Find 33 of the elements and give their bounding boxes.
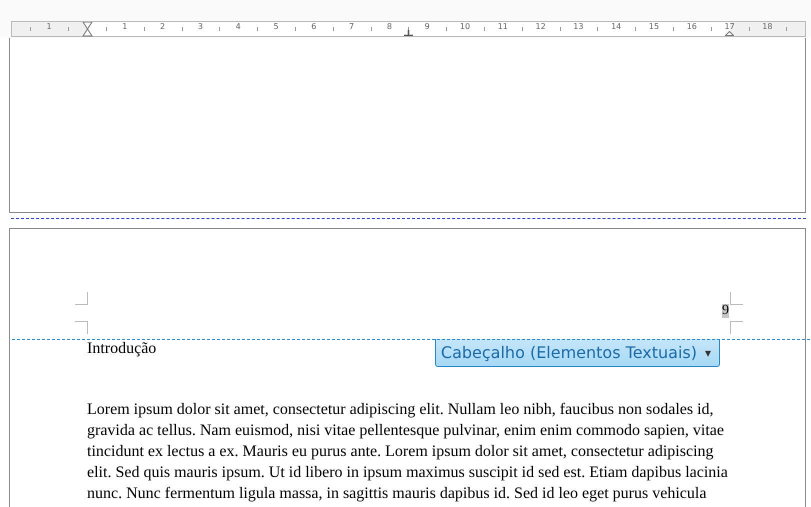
ruler-number: 13 — [573, 23, 584, 31]
tab-stop-icon[interactable] — [404, 30, 413, 36]
margin-corner-icon — [730, 292, 744, 334]
body-text-line: gravida ac tellus. Nam euismod, nisi vitae pellentesque pulvinar, enim enim commodo sapien, vitae — [87, 421, 724, 441]
ruler-number: 10 — [460, 23, 470, 31]
ruler-number: 5 — [273, 23, 279, 31]
ruler-number: 16 — [686, 23, 697, 31]
indent-marker-icon[interactable] — [82, 22, 93, 38]
ruler-number: 6 — [311, 23, 316, 31]
body-text-line: elit. Sed quis mauris ipsum. Ut id libero in ipsum maximus suscipit id sed est. Etiam dapibus lacinia — [87, 463, 728, 483]
body-text-line: tincidunt ex lectus a ex. Mauris eu purus ante. Lorem ipsum dolor sit amet, consectetur adipiscing — [87, 442, 714, 462]
heading-text: Introdução — [87, 340, 156, 359]
ruler-number: 17 — [724, 23, 735, 31]
header-dropdown[interactable]: Cabeçalho (Elementos Textuais) ▾ — [434, 339, 720, 367]
ruler-number: 12 — [536, 23, 546, 31]
ruler-number: 1 — [46, 23, 52, 31]
ruler-number: 3 — [198, 23, 203, 31]
body-text-line: Lorem ipsum dolor sit amet, consectetur adipiscing elit. Nullam leo nibh, faucibus non sodales id, — [87, 400, 714, 420]
ruler-number: 15 — [648, 23, 660, 31]
right-indent-marker-icon[interactable] — [725, 31, 734, 36]
ruler-number: 2 — [160, 23, 166, 31]
margin-corner-icon — [75, 292, 88, 334]
ruler-number: 1 — [122, 23, 128, 31]
ruler-number: 8 — [386, 23, 392, 31]
ruler[interactable]: 1 1 2 3 4 5 6 7 8 9 10 11 12 13 14 15 16 17 18 — [11, 21, 806, 37]
body-text-line: nunc. Nunc fermentum ligula massa, in sagittis mauris dapibus id. Sed id leo eget purus vehicula — [87, 484, 706, 504]
ruler-number: 11 — [498, 23, 508, 31]
page-number: 9 — [722, 304, 729, 318]
ruler-number: 18 — [762, 23, 772, 31]
ruler-number: 9 — [424, 23, 430, 31]
ruler-number: 7 — [349, 23, 354, 31]
ruler-number: 14 — [611, 23, 622, 31]
ruler-number: 4 — [236, 23, 241, 31]
